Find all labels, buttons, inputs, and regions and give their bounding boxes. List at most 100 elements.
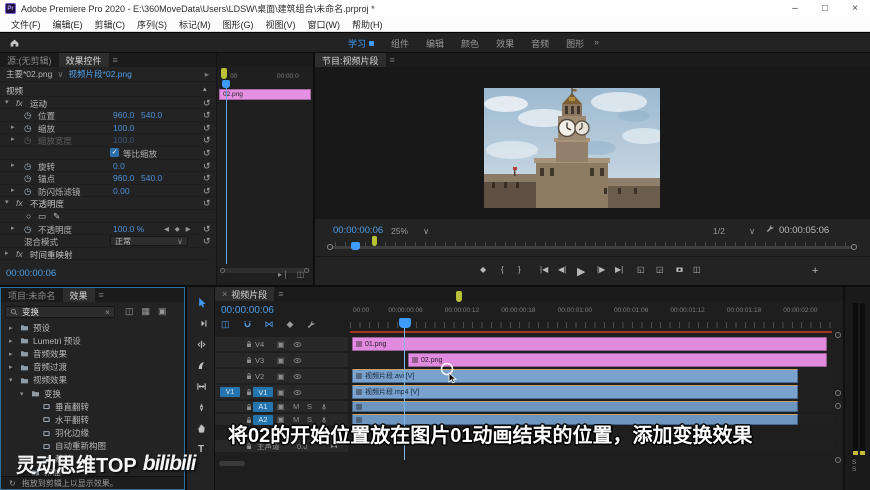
workspace-overflow-chevron[interactable]: »	[594, 37, 599, 47]
menu-item[interactable]: 编辑(E)	[48, 18, 88, 31]
reset-icon[interactable]: ↺	[203, 236, 211, 247]
twirl-icon[interactable]: ▾	[9, 376, 16, 384]
clip-label[interactable]: 视频片段*02.png	[69, 68, 132, 80]
param-value[interactable]: 100.0	[113, 123, 134, 133]
ripple-edit-tool[interactable]	[194, 337, 208, 351]
tree-item-音频效果[interactable]: ▸ 音频效果	[1, 347, 184, 360]
track-select-tool[interactable]	[194, 316, 208, 330]
track-name[interactable]: V3	[255, 356, 264, 365]
reset-icon[interactable]: ↺	[203, 98, 211, 109]
scrubber-end-handle[interactable]	[851, 244, 857, 250]
linked-selection-icon[interactable]: ⋈	[265, 319, 274, 330]
marker-button[interactable]: ◆	[480, 265, 486, 274]
master-clip-label[interactable]: 主要*02.png	[6, 68, 52, 80]
effects-search-input[interactable]: 变换 ×	[5, 305, 115, 318]
twirl-icon[interactable]: ▾	[5, 98, 9, 106]
track-header-V1[interactable]: V1 V1 ▣	[215, 385, 348, 399]
pen-tool[interactable]	[194, 400, 208, 414]
lock-icon[interactable]	[245, 388, 253, 396]
twirl-icon[interactable]: ▸	[11, 161, 15, 169]
tree-item-垂直翻转[interactable]: 垂直翻转	[1, 400, 184, 413]
menu-item[interactable]: 窗口(W)	[303, 18, 346, 31]
track-header-V2[interactable]: V2 ▣	[215, 369, 348, 383]
stopwatch-icon[interactable]: ◷	[24, 135, 31, 146]
sequence-marker[interactable]	[221, 68, 227, 79]
workspace-tab-音频[interactable]: 音频	[531, 37, 549, 50]
twirl-icon[interactable]: ▸	[9, 337, 16, 345]
scrollbar-dot[interactable]	[835, 332, 841, 338]
param-value[interactable]: 960.0	[113, 110, 134, 120]
effect-name[interactable]: 不透明度	[30, 198, 64, 210]
eye-icon[interactable]	[293, 388, 302, 397]
delete-icon[interactable]: ▣	[158, 306, 167, 317]
param-value[interactable]: 0.00	[113, 186, 130, 196]
stopwatch-icon[interactable]: ◷	[24, 224, 31, 235]
menu-item[interactable]: 剪辑(C)	[90, 18, 131, 31]
stopwatch-icon[interactable]: ◷	[24, 173, 31, 184]
twirl-icon[interactable]: ▸	[11, 135, 15, 143]
lock-icon[interactable]	[245, 356, 253, 364]
tree-item-预设[interactable]: ▸ 预设	[1, 321, 184, 334]
nest-icon[interactable]: ◫	[221, 319, 230, 330]
tab-program-monitor[interactable]: 节目:视频片段	[315, 53, 386, 67]
eye-icon[interactable]	[293, 356, 302, 365]
playback-resolution-select[interactable]: 1/2	[713, 226, 725, 236]
stopwatch-icon[interactable]: ◷	[24, 123, 31, 134]
mark-out-button[interactable]: }	[518, 265, 521, 274]
mini-playhead[interactable]	[222, 80, 230, 88]
mask-tool-icons[interactable]: ○▭✎	[26, 211, 67, 222]
reset-icon[interactable]: ↺	[203, 148, 211, 159]
step-back-button[interactable]: ◀|	[558, 265, 566, 274]
param-value[interactable]: 540.0	[141, 173, 162, 183]
sequence-marker[interactable]	[372, 236, 377, 246]
keyframe-nav-icons[interactable]: ◀ ◆ ▶	[164, 225, 193, 233]
scrollbar-dot[interactable]	[835, 390, 841, 396]
mini-timeline-clip[interactable]: 02.png	[219, 89, 311, 100]
solo-button[interactable]: S	[307, 402, 312, 411]
menu-item[interactable]: 图形(G)	[218, 18, 259, 31]
lock-icon[interactable]	[245, 372, 253, 380]
program-scrubber[interactable]	[315, 236, 870, 255]
razor-tool[interactable]	[194, 358, 208, 372]
type-tool[interactable]: T	[194, 442, 208, 456]
marker-icon[interactable]: ◆	[287, 319, 294, 330]
close-button[interactable]: ×	[840, 3, 870, 14]
eye-icon[interactable]	[293, 340, 302, 349]
reset-icon[interactable]: ↺	[203, 135, 211, 146]
menu-item[interactable]: 文件(F)	[6, 18, 46, 31]
home-icon[interactable]	[9, 37, 20, 48]
timeline-playhead[interactable]	[399, 318, 411, 328]
tab-effect-controls[interactable]: 效果控件	[58, 53, 109, 67]
lift-button[interactable]: ◱	[637, 265, 645, 274]
sync-lock-icon[interactable]: ▣	[277, 388, 285, 397]
lock-icon[interactable]	[245, 340, 253, 348]
reset-icon[interactable]: ↺	[203, 123, 211, 134]
settings-wrench-icon[interactable]	[306, 320, 315, 329]
track-header-V4[interactable]: V4 ▣	[215, 337, 348, 351]
mic-icon[interactable]	[320, 403, 328, 411]
menu-item[interactable]: 序列(S)	[132, 18, 172, 31]
workspace-tab-颜色[interactable]: 颜色	[461, 37, 479, 50]
sync-lock-icon[interactable]: ▣	[277, 402, 285, 411]
scrubber-start-handle[interactable]	[327, 244, 333, 250]
tree-item-水平翻转[interactable]: 水平翻转	[1, 413, 184, 426]
maximize-button[interactable]: □	[810, 3, 840, 14]
tab-effects[interactable]: 效果	[62, 288, 95, 302]
menu-item[interactable]: 帮助(H)	[347, 18, 388, 31]
track-lane-V3[interactable]: 02.png	[350, 353, 833, 367]
new-bin-icon[interactable]: ▦	[142, 306, 151, 317]
workspace-tab-图形[interactable]: 图形	[566, 37, 584, 50]
scrollbar-dot[interactable]	[835, 457, 841, 463]
menu-item[interactable]: 视图(V)	[261, 18, 301, 31]
clip-01.png[interactable]: 01.png	[352, 337, 827, 351]
tree-item-音频过渡[interactable]: ▸ 音频过渡	[1, 361, 184, 374]
stopwatch-icon[interactable]: ◷	[24, 110, 31, 121]
twirl-icon[interactable]: ▸	[9, 324, 16, 332]
twirl-icon[interactable]: ▸	[9, 363, 16, 371]
effect-controls-timeline[interactable]: 00 00:00:0 02.png	[217, 67, 313, 285]
comparison-view-button[interactable]: ◫	[693, 265, 701, 274]
reset-icon[interactable]: ↺	[203, 173, 211, 184]
twirl-icon[interactable]: ▸	[11, 123, 15, 131]
effect-controls-timecode[interactable]: 00:00:00:06	[6, 268, 56, 279]
hand-tool[interactable]	[194, 421, 208, 435]
